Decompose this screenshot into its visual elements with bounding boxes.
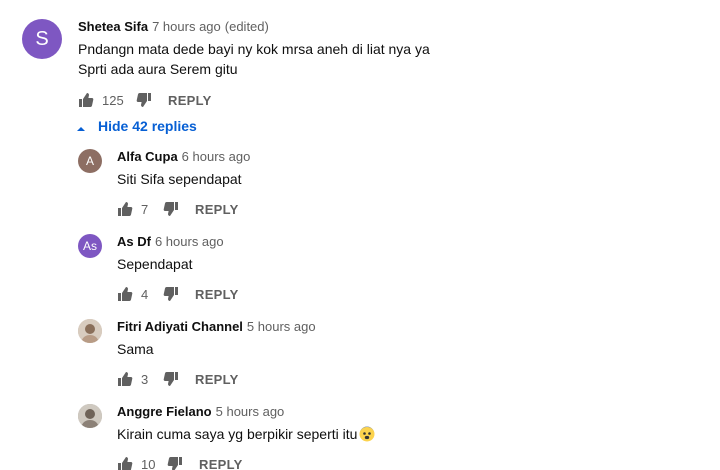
- author-name[interactable]: Alfa Cupa: [117, 149, 178, 164]
- timestamp[interactable]: 7 hours ago: [152, 19, 221, 34]
- like-count: 4: [141, 286, 149, 302]
- comment-text-body: Kirain cuma saya yg berpikir seperti itu: [117, 426, 358, 442]
- timestamp[interactable]: 5 hours ago: [216, 404, 285, 419]
- avatar-letter: As: [82, 239, 97, 253]
- caret-up-icon: [76, 121, 86, 131]
- author-name[interactable]: Fitri Adiyati Channel: [117, 319, 243, 334]
- thumbs-down-icon[interactable]: [163, 371, 179, 387]
- profile-photo: [78, 404, 102, 428]
- reply-button[interactable]: REPLY: [168, 93, 212, 108]
- comment-header: Shetea Sifa 7 hours ago (edited): [78, 19, 269, 34]
- avatar[interactable]: A: [78, 149, 102, 173]
- author-name[interactable]: Anggre Fielano: [117, 404, 212, 419]
- avatar[interactable]: S: [22, 19, 62, 59]
- reply-button[interactable]: REPLY: [199, 457, 243, 470]
- like-count: 3: [141, 371, 149, 387]
- comment-text: Siti Sifa sependapat: [117, 171, 242, 187]
- avatar[interactable]: [78, 404, 102, 428]
- thumbs-up-icon[interactable]: [117, 456, 133, 470]
- comment-header: Alfa Cupa 6 hours ago: [117, 149, 250, 164]
- timestamp[interactable]: 6 hours ago: [155, 234, 224, 249]
- comment-text: Kirain cuma saya yg berpikir seperti itu: [117, 424, 375, 444]
- comment-text-line1: Pndangn mata dede bayi ny kok mrsa aneh …: [78, 41, 430, 57]
- reply-button[interactable]: REPLY: [195, 372, 239, 387]
- thumbs-up-icon[interactable]: [117, 201, 133, 217]
- thumbs-up-icon[interactable]: [117, 371, 133, 387]
- edited-label: (edited): [224, 19, 269, 34]
- comment-header: Fitri Adiyati Channel 5 hours ago: [117, 319, 316, 334]
- comment-actions: 4 REPLY: [117, 284, 239, 304]
- like-count: 7: [141, 201, 149, 217]
- comment-text-line2: Sprti ada aura Serem gitu: [78, 61, 238, 77]
- timestamp[interactable]: 6 hours ago: [182, 149, 251, 164]
- avatar[interactable]: As: [78, 234, 102, 258]
- reply-button[interactable]: REPLY: [195, 202, 239, 217]
- comment-actions: 125 REPLY: [78, 90, 212, 110]
- comment-text: Sama: [117, 341, 154, 357]
- author-name[interactable]: As Df: [117, 234, 151, 249]
- thumbs-down-icon[interactable]: [163, 201, 179, 217]
- like-count: 125: [102, 92, 124, 108]
- fearful-face-emoji-icon: [359, 426, 375, 442]
- profile-photo: [78, 319, 102, 343]
- timestamp[interactable]: 5 hours ago: [247, 319, 316, 334]
- comment-header: Anggre Fielano 5 hours ago: [117, 404, 284, 419]
- reply-button[interactable]: REPLY: [195, 287, 239, 302]
- thumbs-down-icon[interactable]: [163, 286, 179, 302]
- thumbs-down-icon[interactable]: [167, 456, 183, 470]
- author-name[interactable]: Shetea Sifa: [78, 19, 148, 34]
- comment-actions: 3 REPLY: [117, 369, 239, 389]
- like-count: 10: [141, 456, 156, 470]
- thumbs-up-icon[interactable]: [117, 286, 133, 302]
- comment-header: As Df 6 hours ago: [117, 234, 224, 249]
- thumbs-up-icon[interactable]: [78, 92, 94, 108]
- hide-replies-button[interactable]: Hide 42 replies: [76, 118, 197, 134]
- thumbs-down-icon[interactable]: [136, 92, 152, 108]
- hide-replies-label: Hide 42 replies: [98, 118, 197, 134]
- avatar-letter: A: [85, 154, 94, 168]
- comment-actions: 10 REPLY: [117, 454, 243, 470]
- comment-actions: 7 REPLY: [117, 199, 239, 219]
- comment-text: Sependapat: [117, 256, 193, 272]
- avatar[interactable]: [78, 319, 102, 343]
- avatar-letter: S: [35, 27, 49, 50]
